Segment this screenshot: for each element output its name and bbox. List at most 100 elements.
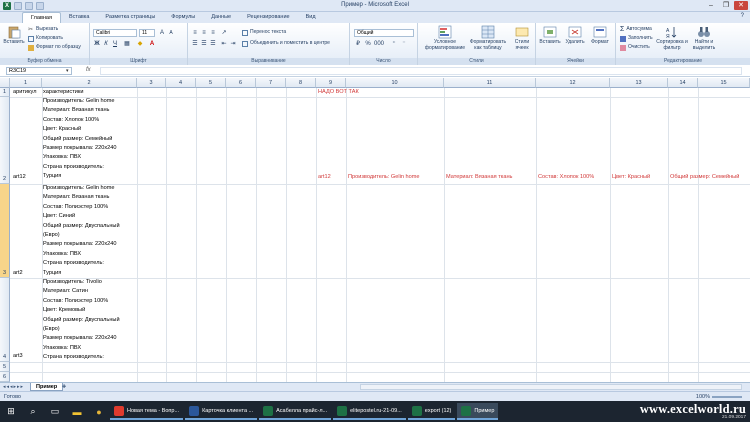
borders-icon[interactable]: ▦	[123, 40, 131, 48]
font-name-select[interactable]: Calibri	[93, 29, 137, 37]
fx-icon[interactable]: fx	[86, 67, 91, 73]
delete-cells-button[interactable]: Удалить	[563, 25, 587, 46]
column-header[interactable]: 2	[42, 78, 137, 88]
fill-button[interactable]: Заполнить	[620, 35, 653, 42]
italic-icon[interactable]: К	[102, 40, 110, 48]
insert-cells-button[interactable]: Вставить	[538, 25, 562, 46]
cell-r1c2[interactable]: характеристики	[43, 89, 83, 96]
column-header[interactable]: 7	[256, 78, 286, 88]
column-header[interactable]: 11	[444, 78, 536, 88]
cell-r3c2[interactable]: Производитель: Gelin home Материал: Вяза…	[43, 184, 120, 278]
taskbar-item[interactable]: export (12)	[407, 403, 456, 420]
taskbar-item[interactable]: Новая тема - Вопр...	[110, 403, 184, 420]
thousands-icon[interactable]: 000	[374, 40, 384, 48]
column-header[interactable]: 1	[10, 78, 42, 88]
minimize-button[interactable]: –	[704, 1, 718, 10]
column-header[interactable]: 3	[137, 78, 166, 88]
column-header[interactable]: 14	[668, 78, 698, 88]
tab-page-layout[interactable]: Разметка страницы	[97, 12, 163, 23]
font-color-icon[interactable]: A	[148, 40, 156, 48]
cell-r2c11[interactable]: Материал: Вязаная ткань	[446, 174, 512, 181]
row-header[interactable]: 2	[0, 97, 10, 184]
cell-r1c1[interactable]: аритикул	[13, 89, 36, 96]
format-painter-button[interactable]: Формат по образцу	[28, 44, 81, 51]
help-icon[interactable]: ?	[741, 13, 744, 19]
column-header[interactable]: 8	[286, 78, 316, 88]
align-center-icon[interactable]: ☰	[200, 40, 208, 48]
align-right-icon[interactable]: ☰	[209, 40, 217, 48]
column-header[interactable]: 9	[316, 78, 346, 88]
align-bottom-icon[interactable]: ≡	[209, 29, 217, 37]
tab-data[interactable]: Данные	[203, 12, 239, 23]
zoom-level[interactable]: 100%	[696, 394, 710, 400]
row-header[interactable]: 1	[0, 88, 10, 97]
cell-r4c2[interactable]: Производитель: Tivolio Материал: Сатин С…	[43, 278, 120, 363]
search-icon[interactable]: ⌕	[26, 405, 40, 419]
column-header[interactable]: 4	[166, 78, 196, 88]
cell-r2c13[interactable]: Цвет: Красный	[612, 174, 650, 181]
clear-button[interactable]: Очистить	[620, 44, 650, 51]
wrap-text-button[interactable]: Перенос текста	[242, 29, 286, 36]
conditional-formatting-button[interactable]: Условное форматирование	[422, 25, 468, 51]
windows-start-icon[interactable]: ⊞	[4, 405, 18, 419]
sheet-nav-arrows-icon[interactable]: ◂◂◂▸▸▸	[3, 384, 24, 390]
column-header[interactable]: 10	[346, 78, 444, 88]
align-top-icon[interactable]: ≡	[191, 29, 199, 37]
row-header[interactable]: 6	[0, 372, 10, 382]
taskbar-item-active[interactable]: Пример	[457, 403, 499, 420]
cell-r2c12[interactable]: Состав: Хлопок 100%	[538, 174, 594, 181]
cell-r2c10[interactable]: Производитель: Gelin home	[348, 174, 420, 181]
worksheet-grid[interactable]: 1 2 3 4 5 6 7 8 9 10 11 12 13 14 15 1 2 …	[0, 78, 750, 382]
copy-button[interactable]: Копировать	[28, 35, 63, 42]
underline-icon[interactable]: Ч	[111, 40, 119, 48]
align-left-icon[interactable]: ☰	[191, 40, 199, 48]
column-header[interactable]: 5	[196, 78, 226, 88]
percent-icon[interactable]: %	[364, 40, 372, 48]
decrease-decimal-icon[interactable]: ⁻	[400, 40, 408, 48]
orientation-icon[interactable]: ↗	[220, 29, 228, 37]
increase-decimal-icon[interactable]: ⁺	[390, 40, 398, 48]
zoom-slider[interactable]	[712, 396, 742, 398]
shrink-font-icon[interactable]: A	[167, 29, 175, 37]
taskbar-item[interactable]: Асабелла прайс-л...	[259, 403, 332, 420]
decrease-indent-icon[interactable]: ⇤	[220, 40, 228, 48]
align-middle-icon[interactable]: ≡	[200, 29, 208, 37]
column-header[interactable]: 15	[698, 78, 750, 88]
name-box[interactable]: R3C19	[6, 67, 72, 75]
autosum-button[interactable]: Σ Автосумма	[620, 26, 652, 33]
sheet-tab-active[interactable]: Пример	[30, 383, 64, 391]
cell-r2c1[interactable]: art12	[13, 174, 26, 181]
fill-color-icon[interactable]: ◆	[136, 40, 144, 48]
maximize-button[interactable]: ❐	[719, 1, 733, 10]
grow-font-icon[interactable]: A	[158, 29, 166, 37]
taskbar-item[interactable]: elitepostel.ru-21-09...	[333, 403, 406, 420]
file-explorer-icon[interactable]: ▬	[70, 405, 84, 419]
font-size-select[interactable]: 11	[139, 29, 155, 37]
increase-indent-icon[interactable]: ⇥	[229, 40, 237, 48]
bold-icon[interactable]: Ж	[93, 40, 101, 48]
row-header[interactable]: 4	[0, 278, 10, 362]
tab-insert[interactable]: Вставка	[61, 12, 97, 23]
cell-r4c1[interactable]: art3	[13, 353, 23, 360]
cell-r2c14[interactable]: Общий размер: Семейный	[670, 174, 739, 181]
task-view-icon[interactable]: ▭	[48, 405, 62, 419]
sort-filter-button[interactable]: АЯ Сортировка и фильтр	[656, 25, 688, 51]
column-header[interactable]: 13	[610, 78, 668, 88]
tab-home[interactable]: Главная	[22, 12, 61, 23]
new-sheet-icon[interactable]: ✚	[62, 384, 66, 390]
cut-button[interactable]: ✂ Вырезать	[28, 26, 58, 33]
taskbar-item[interactable]: Карточка клиента ...	[185, 403, 258, 420]
cell-r2c9[interactable]: art12	[318, 174, 331, 181]
select-all-corner[interactable]	[0, 78, 10, 88]
cell-styles-button[interactable]: Стили ячеек	[510, 25, 534, 51]
format-as-table-button[interactable]: Форматировать как таблицу	[468, 25, 508, 51]
find-select-button[interactable]: Найти и выделить	[688, 25, 720, 51]
row-header-selected[interactable]: 3	[0, 184, 10, 278]
formula-input[interactable]	[100, 67, 742, 75]
currency-icon[interactable]: ₽	[354, 40, 362, 48]
tab-view[interactable]: Вид	[298, 12, 324, 23]
chevron-down-icon[interactable]: ▾	[66, 68, 69, 74]
number-format-select[interactable]: Общий	[354, 29, 414, 37]
column-header[interactable]: 6	[226, 78, 256, 88]
close-button[interactable]: ✕	[734, 1, 748, 10]
